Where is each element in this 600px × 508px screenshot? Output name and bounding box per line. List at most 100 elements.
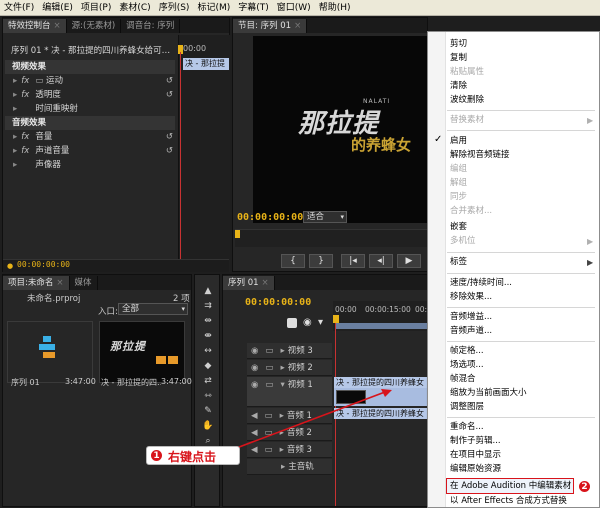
menu-project[interactable]: 项目(P)	[77, 0, 115, 16]
menu-item-audio-gain[interactable]: 音频增益...	[450, 311, 492, 323]
lock-icon[interactable]: ▭	[265, 380, 273, 390]
close-icon[interactable]: ×	[294, 21, 301, 31]
expand-triangle-icon[interactable]: ▸	[280, 363, 284, 373]
lock-icon[interactable]: ▭	[265, 346, 273, 356]
menu-item-label[interactable]: 标签	[450, 256, 467, 268]
menu-clip[interactable]: 素材(C)	[115, 0, 154, 16]
zoom-select[interactable]: 适合 ▾	[303, 211, 347, 223]
expand-triangle-icon[interactable]: ▸	[280, 428, 284, 438]
video-clip-label[interactable]: 决 - 那拉提的四川养蜂女	[334, 377, 428, 388]
menu-edit[interactable]: 编辑(E)	[38, 0, 77, 16]
slide-tool-icon[interactable]: ⇿	[201, 390, 215, 402]
menu-item-paste-attributes[interactable]: 粘贴属性	[450, 66, 484, 78]
track-video-3[interactable]: ◉ ▭ ▸ 视频 3	[247, 343, 332, 359]
tab-audio-mixer[interactable]: 调音台: 序列	[121, 19, 181, 33]
expand-triangle-icon[interactable]: ▸	[13, 76, 17, 86]
reset-icon[interactable]: ↺	[166, 88, 173, 102]
menu-item-edit-in-audition[interactable]: 在 Adobe Audition 中编辑素材	[450, 480, 571, 492]
menu-item-unlink[interactable]: 解除视音频链接	[450, 149, 510, 161]
effect-panner[interactable]: ▸fx声像器	[5, 158, 175, 172]
expand-triangle-icon[interactable]: ▸	[13, 132, 17, 142]
tab-effect-controls[interactable]: 特效控制台 ×	[3, 19, 67, 33]
effect-timecode[interactable]: 00:00:00:00	[17, 260, 70, 269]
fx-icon[interactable]: fx	[21, 132, 29, 142]
reset-icon[interactable]: ↺	[166, 74, 173, 88]
speaker-icon[interactable]: ◀	[251, 411, 258, 421]
track-select-tool-icon[interactable]: ⇉	[201, 300, 215, 312]
tab-program[interactable]: 节目: 序列 01 ×	[233, 19, 308, 33]
tab-media[interactable]: 媒体	[70, 276, 98, 290]
snap-icon[interactable]	[287, 318, 297, 328]
effect-motion[interactable]: ▸ fx ▭ 运动 ↺	[5, 74, 175, 88]
lock-icon[interactable]: ▭	[265, 428, 273, 438]
eye-icon[interactable]: ◉	[251, 346, 258, 356]
expand-triangle-icon[interactable]: ▸	[280, 346, 284, 356]
effect-volume[interactable]: ▸ fx 音量 ↺	[5, 130, 175, 144]
lock-icon[interactable]: ▭	[265, 411, 273, 421]
program-playhead-icon[interactable]	[235, 230, 240, 238]
expand-triangle-icon[interactable]: ▸	[13, 160, 17, 170]
marker-icon[interactable]: ◉	[303, 317, 312, 328]
expand-triangle-icon[interactable]: ▾	[280, 380, 284, 390]
menu-item-remove-effects[interactable]: 移除效果...	[450, 291, 492, 303]
menu-item-merge-clips[interactable]: 合并素材...	[450, 205, 492, 217]
hand-tool-icon[interactable]: ✋	[201, 420, 215, 432]
expand-triangle-icon[interactable]: ▸	[13, 90, 17, 100]
slip-tool-icon[interactable]: ⇄	[201, 375, 215, 387]
menu-help[interactable]: 帮助(H)	[315, 0, 355, 16]
track-video-2[interactable]: ◉ ▭ ▸ 视频 2	[247, 360, 332, 376]
menu-item-ungroup[interactable]: 解组	[450, 177, 467, 189]
expand-triangle-icon[interactable]: ▸	[13, 104, 17, 114]
close-icon[interactable]: ×	[56, 278, 63, 288]
menu-sequence[interactable]: 序列(S)	[155, 0, 194, 16]
menu-item-multi-camera[interactable]: 多机位	[450, 235, 476, 247]
project-item-sequence[interactable]	[7, 321, 93, 383]
fx-icon[interactable]: fx	[21, 146, 29, 156]
menu-item-enable[interactable]: 启用	[450, 135, 467, 147]
menu-item-rename[interactable]: 重命名...	[450, 421, 484, 433]
tab-source[interactable]: 源:(无素材)	[67, 19, 122, 33]
work-area-bar[interactable]	[335, 323, 429, 329]
menu-item-cut[interactable]: 剪切	[450, 38, 467, 50]
expand-triangle-icon[interactable]: ▸	[281, 462, 285, 472]
eye-icon[interactable]: ◉	[251, 363, 258, 373]
close-icon[interactable]: ×	[262, 278, 269, 288]
ripple-edit-tool-icon[interactable]: ⇹	[201, 315, 215, 327]
video-clip-body[interactable]	[334, 388, 428, 406]
go-to-in-button[interactable]: |◂	[341, 254, 365, 268]
menu-item-replace-footage[interactable]: 替换素材	[450, 114, 484, 126]
rate-stretch-tool-icon[interactable]: ↔	[201, 345, 215, 357]
selection-tool-icon[interactable]: ▲	[201, 285, 215, 297]
menu-item-make-subclip[interactable]: 制作子剪辑...	[450, 435, 501, 447]
menu-item-group[interactable]: 编组	[450, 163, 467, 175]
menu-item-nest[interactable]: 嵌套	[450, 221, 467, 233]
menu-title[interactable]: 字幕(T)	[234, 0, 273, 16]
step-back-button[interactable]: ◂|	[369, 254, 393, 268]
fx-icon[interactable]: fx	[21, 76, 29, 86]
speaker-icon[interactable]: ◀	[251, 428, 258, 438]
track-audio-2[interactable]: ◀ ▭ ▸ 音频 2	[247, 425, 332, 441]
expand-triangle-icon[interactable]: ▸	[280, 445, 284, 455]
menu-item-edit-original[interactable]: 编辑原始资源	[450, 463, 501, 475]
menu-window[interactable]: 窗口(W)	[273, 0, 315, 16]
menu-item-speed-duration[interactable]: 速度/持续时间...	[450, 277, 512, 289]
tab-project[interactable]: 项目:未命名 ×	[3, 276, 70, 290]
program-scrub-bar[interactable]	[235, 229, 427, 247]
menu-item-adjustment-layer[interactable]: 调整图层	[450, 401, 484, 413]
menu-item-scale-to-frame[interactable]: 缩放为当前画面大小	[450, 387, 527, 399]
menu-item-reveal-in-project[interactable]: 在项目中显示	[450, 449, 501, 461]
menu-item-synchronize[interactable]: 同步	[450, 191, 467, 203]
expand-triangle-icon[interactable]: ▸	[280, 411, 284, 421]
menu-item-field-options[interactable]: 场选项...	[450, 359, 484, 371]
menu-item-audio-channels[interactable]: 音频声道...	[450, 325, 492, 337]
effect-clip-label[interactable]: 决 - 那拉提	[183, 58, 229, 70]
close-icon[interactable]: ×	[54, 21, 61, 31]
track-video-1[interactable]: ◉ ▭ ▾ 视频 1	[247, 377, 332, 407]
menu-item-copy[interactable]: 复制	[450, 52, 467, 64]
rolling-edit-tool-icon[interactable]: ⇼	[201, 330, 215, 342]
menu-item-frame-hold[interactable]: 帧定格...	[450, 345, 484, 357]
pen-tool-icon[interactable]: ✎	[201, 405, 215, 417]
program-timecode[interactable]: 00:00:00:00	[237, 212, 303, 223]
timeline-playhead-icon[interactable]	[333, 315, 339, 323]
speaker-icon[interactable]: ◀	[251, 445, 258, 455]
